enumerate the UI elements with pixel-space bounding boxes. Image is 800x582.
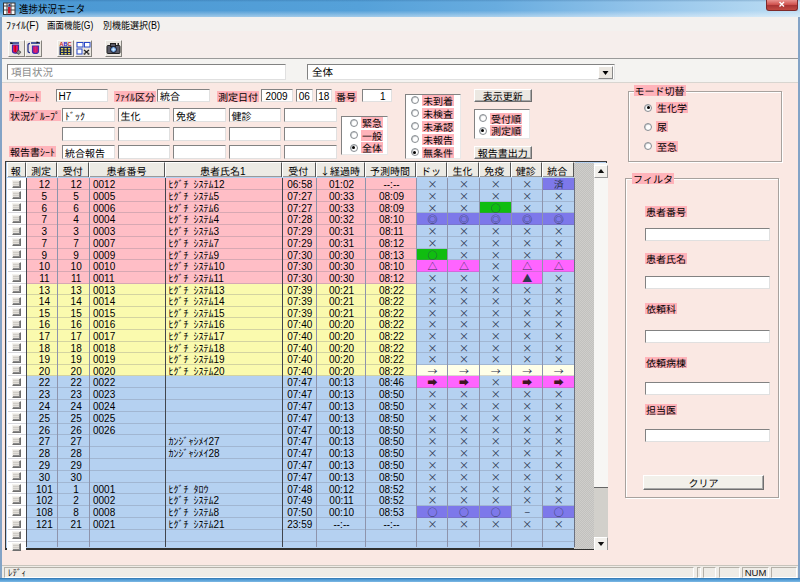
svg-text:C: C [68, 41, 72, 47]
